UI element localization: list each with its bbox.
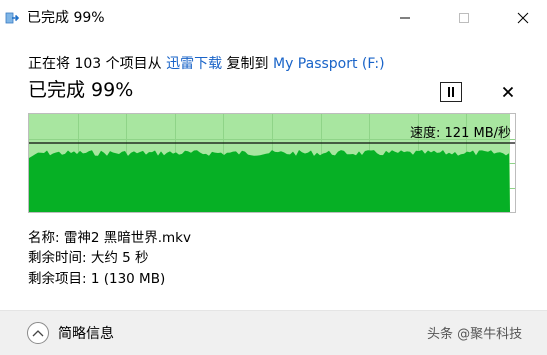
pause-button[interactable] [440, 82, 462, 102]
copy-file-icon [5, 12, 20, 24]
less-details-button[interactable] [27, 322, 49, 344]
items-remaining: 剩余项目: 1 (130 MB) [28, 271, 166, 287]
watermark: 头条 @聚牛科技 [427, 327, 523, 342]
maximize-button[interactable] [441, 0, 487, 36]
window-title: 已完成 99% [27, 10, 105, 26]
cancel-button[interactable] [498, 82, 518, 102]
transfer-speed-graph: 速度: 121 MB/秒 [28, 113, 516, 213]
speed-label: 速度: 121 MB/秒 [410, 126, 511, 141]
destination-link[interactable]: My Passport (F:) [273, 56, 385, 72]
copy-description: 正在将 103 个项目从 迅雷下载 复制到 My Passport (F:) [28, 55, 385, 73]
title-bar: 已完成 99% [0, 0, 547, 38]
copy-middle: 复制到 [222, 56, 273, 72]
pause-icon [448, 87, 454, 97]
minimize-icon [400, 17, 410, 19]
less-details-label[interactable]: 简略信息 [58, 325, 114, 343]
copy-prefix: 正在将 103 个项目从 [28, 56, 167, 72]
source-link[interactable]: 迅雷下载 [166, 56, 222, 72]
cancel-icon [502, 86, 514, 98]
minimize-button[interactable] [382, 0, 428, 36]
close-button[interactable] [500, 0, 546, 36]
speed-area [29, 150, 510, 212]
maximize-icon [459, 13, 469, 23]
close-icon [517, 12, 529, 24]
chevron-up-icon [32, 330, 44, 337]
file-name: 名称: 雷神2 黑暗世界.mkv [28, 230, 191, 246]
progress-status: 已完成 99% [28, 79, 134, 101]
time-remaining: 剩余时间: 大约 5 秒 [28, 250, 149, 266]
